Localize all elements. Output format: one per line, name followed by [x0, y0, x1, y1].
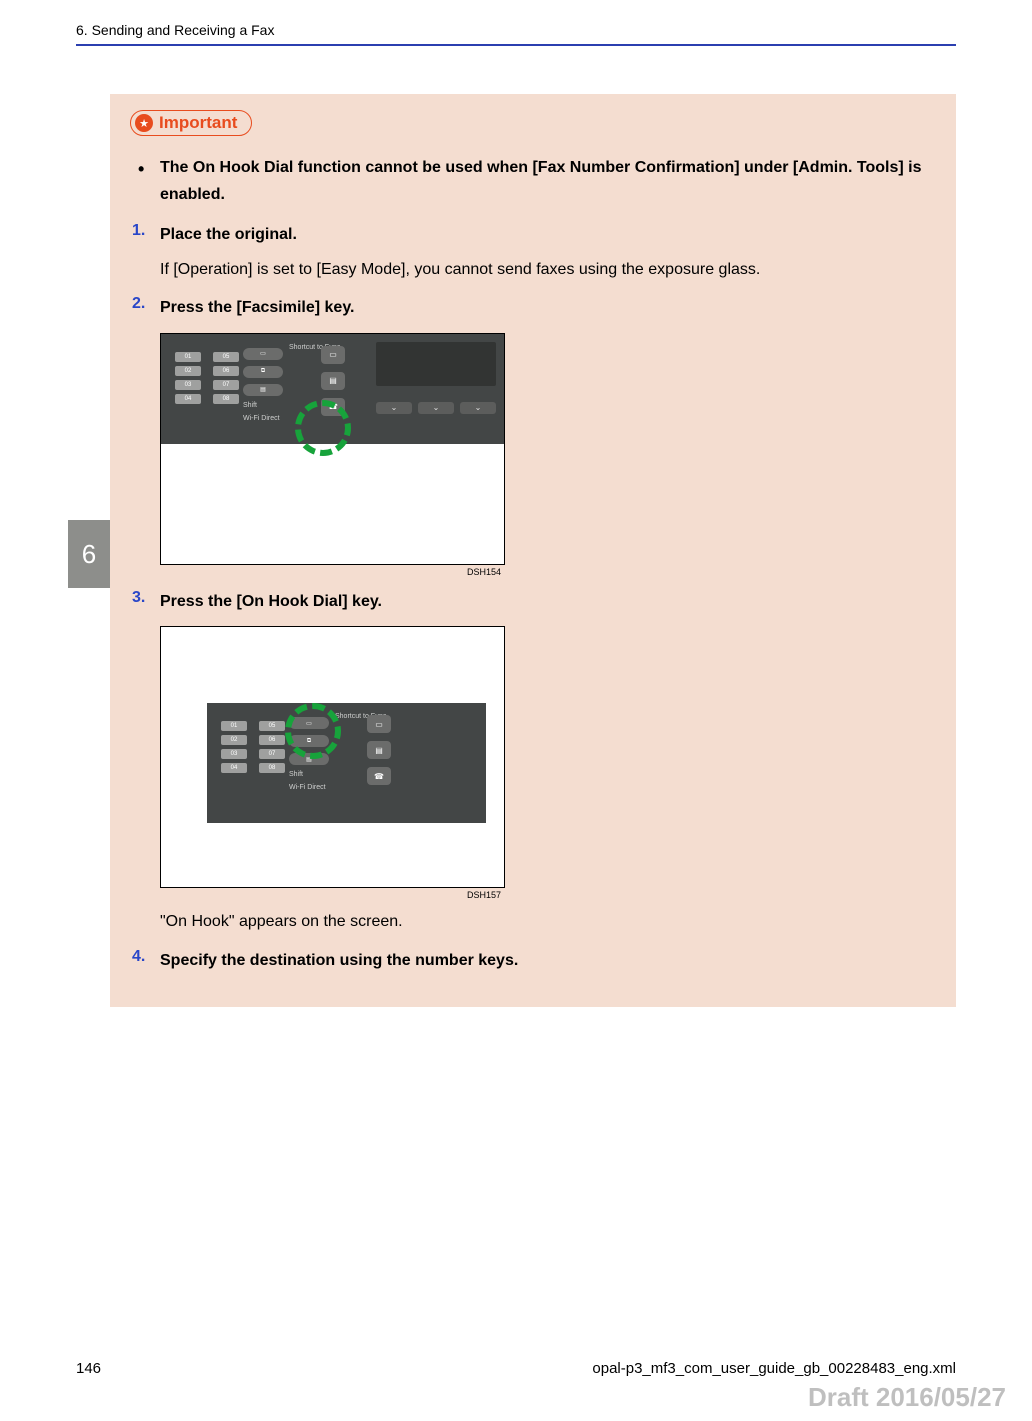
step-title: Place the original.: [160, 226, 297, 243]
key-05: 05: [213, 352, 239, 362]
key-07: 07: [213, 380, 239, 390]
step-number: 2.: [132, 295, 145, 313]
printer-panel: 01 02 03 04 05 06 07 08 Shortcut to Func…: [161, 334, 504, 444]
key-03: 03: [175, 380, 201, 390]
header-rule: [76, 44, 956, 46]
step-number: 3.: [132, 589, 145, 607]
key-column: 05 06 07 08: [259, 721, 285, 773]
key-04: 04: [175, 394, 201, 404]
diagram-facsimile: 01 02 03 04 05 06 07 08 Shortcut to Func…: [160, 333, 505, 565]
pill-icon: ⧉: [243, 366, 283, 378]
chapter-tab: 6: [68, 520, 110, 588]
chapter-title: 6. Sending and Receiving a Fax: [76, 22, 956, 42]
highlight-circle: [285, 703, 341, 759]
key-02: 02: [221, 735, 247, 745]
fax-icon: ☎: [367, 767, 391, 785]
star-icon: ★: [135, 114, 153, 132]
shift-label: Shift: [289, 771, 329, 778]
step-body: If [Operation] is set to [Easy Mode], yo…: [160, 256, 936, 283]
source-file: opal-p3_mf3_com_user_guide_gb_00228483_e…: [592, 1360, 956, 1377]
key-column: 01 02 03 04: [221, 721, 247, 773]
step-title: Press the [On Hook Dial] key.: [160, 593, 382, 610]
shift-label: Shift: [243, 402, 283, 409]
step-title: Press the [Facsimile] key.: [160, 299, 354, 316]
diagram-label: DSH154: [160, 567, 505, 577]
scan-icon: ▤: [367, 741, 391, 759]
key-column: 01 02 03 04: [175, 352, 201, 404]
key-08: 08: [259, 763, 285, 773]
right-column: ▭ ▤ ☎: [367, 715, 391, 785]
important-bullet: The On Hook Dial function cannot be used…: [160, 154, 936, 208]
key-01: 01: [221, 721, 247, 731]
printer-panel: 01 02 03 04 05 06 07 08 Shortcut to Func…: [207, 703, 486, 823]
key-column: 05 06 07 08: [213, 352, 239, 404]
pill-icon: ▤: [243, 384, 283, 396]
key-06: 06: [213, 366, 239, 376]
key-04: 04: [221, 763, 247, 773]
diagram-onhook: 01 02 03 04 05 06 07 08 Shortcut to Func…: [160, 626, 505, 888]
step-number: 4.: [132, 948, 145, 966]
step-body: "On Hook" appears on the screen.: [160, 908, 936, 935]
scan-icon: ▤: [321, 372, 345, 390]
footer: 146 opal-p3_mf3_com_user_guide_gb_002284…: [76, 1360, 956, 1377]
step-title: Specify the destination using the number…: [160, 952, 518, 969]
key-02: 02: [175, 366, 201, 376]
nav-buttons: ⌄⌄⌄: [376, 402, 496, 414]
key-07: 07: [259, 749, 285, 759]
wifi-label: Wi-Fi Direct: [243, 415, 283, 422]
draft-watermark: Draft 2016/05/27: [808, 1382, 1006, 1413]
diagram-label: DSH157: [160, 890, 505, 900]
important-pill: ★ Important: [130, 110, 252, 136]
key-08: 08: [213, 394, 239, 404]
page-number: 146: [76, 1360, 101, 1377]
wifi-label: Wi-Fi Direct: [289, 784, 329, 791]
highlight-circle: [295, 400, 351, 456]
key-06: 06: [259, 735, 285, 745]
key-03: 03: [221, 749, 247, 759]
step-number: 1.: [132, 222, 145, 240]
copy-icon: ▭: [367, 715, 391, 733]
mid-column: Shortcut to Func. ▭ ⧉ ▤ Shift Wi-Fi Dire…: [243, 348, 283, 422]
copy-icon: ▭: [321, 346, 345, 364]
lcd-screen: [376, 342, 496, 386]
key-05: 05: [259, 721, 285, 731]
content-box: ★ Important The On Hook Dial function ca…: [110, 94, 956, 1007]
key-01: 01: [175, 352, 201, 362]
pill-icon: ▭: [243, 348, 283, 360]
important-label: Important: [159, 113, 237, 133]
